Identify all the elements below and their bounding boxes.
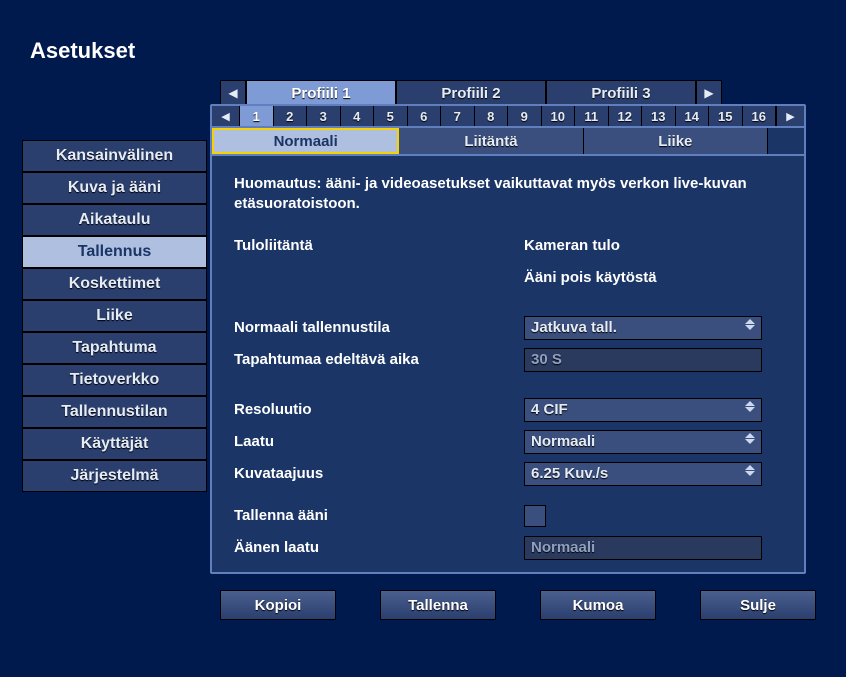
channel-5[interactable]: 5 — [374, 106, 408, 126]
channel-15[interactable]: 15 — [709, 106, 743, 126]
channel-6[interactable]: 6 — [408, 106, 442, 126]
mode-tab-motion[interactable]: Liike — [584, 128, 768, 154]
profile-tab-3[interactable]: Profiili 3 — [546, 80, 696, 106]
audioqual-value: Normaali — [531, 539, 595, 556]
recaudio-label: Tallenna ääni — [234, 507, 524, 524]
sidebar-item-motion[interactable]: Liike — [22, 300, 207, 332]
copy-button[interactable]: Kopioi — [220, 590, 336, 620]
spinner-icon — [745, 319, 757, 330]
mode-spacer — [768, 128, 804, 154]
preevent-label: Tapahtumaa edeltävä aika — [234, 351, 524, 368]
channel-7[interactable]: 7 — [441, 106, 475, 126]
profile-arrow-left[interactable]: ◀ — [220, 80, 246, 106]
channel-3[interactable]: 3 — [307, 106, 341, 126]
input-label: Tuloliitäntä — [234, 237, 524, 254]
framerate-label: Kuvataajuus — [234, 465, 524, 482]
input-value-1: Kameran tulo — [524, 237, 620, 254]
undo-button[interactable]: Kumoa — [540, 590, 656, 620]
channel-row: ◀ 1 2 3 4 5 6 7 8 9 10 11 12 13 14 15 16… — [212, 106, 804, 128]
spinner-icon — [745, 401, 757, 412]
quality-label: Laatu — [234, 433, 524, 450]
quality-select[interactable]: Normaali — [524, 430, 762, 454]
sidebar-item-storage[interactable]: Tallennustilan — [22, 396, 207, 428]
profile-tab-2[interactable]: Profiili 2 — [396, 80, 546, 106]
profile-tab-1[interactable]: Profiili 1 — [246, 80, 396, 106]
channel-arrow-left[interactable]: ◀ — [212, 106, 240, 126]
recaudio-checkbox[interactable] — [524, 505, 546, 527]
preevent-value: 30 S — [531, 351, 562, 368]
save-button[interactable]: Tallenna — [380, 590, 496, 620]
spinner-icon — [745, 433, 757, 444]
channel-14[interactable]: 14 — [676, 106, 710, 126]
resolution-value: 4 CIF — [531, 401, 568, 418]
preevent-select: 30 S — [524, 348, 762, 372]
sidebar-item-system[interactable]: Järjestelmä — [22, 460, 207, 492]
channel-13[interactable]: 13 — [642, 106, 676, 126]
sidebar-item-international[interactable]: Kansainvälinen — [22, 140, 207, 172]
spinner-icon — [745, 465, 757, 476]
sidebar-item-network[interactable]: Tietoverkko — [22, 364, 207, 396]
channel-16[interactable]: 16 — [743, 106, 777, 126]
channel-1[interactable]: 1 — [240, 106, 274, 126]
mode-tab-normal[interactable]: Normaali — [212, 128, 399, 154]
channel-12[interactable]: 12 — [609, 106, 643, 126]
close-button[interactable]: Sulje — [700, 590, 816, 620]
panel-content: Huomautus: ääni- ja videoasetukset vaiku… — [212, 156, 804, 577]
settings-panel: ◀ 1 2 3 4 5 6 7 8 9 10 11 12 13 14 15 16… — [210, 104, 806, 574]
button-row: Kopioi Tallenna Kumoa Sulje — [220, 590, 816, 620]
resolution-label: Resoluutio — [234, 401, 524, 418]
audioqual-label: Äänen laatu — [234, 539, 524, 556]
quality-value: Normaali — [531, 433, 595, 450]
sidebar-item-users[interactable]: Käyttäjät — [22, 428, 207, 460]
input-value-2: Ääni pois käytöstä — [524, 269, 657, 286]
channel-9[interactable]: 9 — [508, 106, 542, 126]
channel-2[interactable]: 2 — [274, 106, 308, 126]
resolution-select[interactable]: 4 CIF — [524, 398, 762, 422]
mode-tabs-row: Normaali Liitäntä Liike — [212, 128, 804, 156]
framerate-select[interactable]: 6.25 Kuv./s — [524, 462, 762, 486]
sidebar-item-event[interactable]: Tapahtuma — [22, 332, 207, 364]
channel-8[interactable]: 8 — [475, 106, 509, 126]
page-title: Asetukset — [30, 38, 135, 64]
sidebar: Kansainvälinen Kuva ja ääni Aikataulu Ta… — [22, 140, 207, 492]
sidebar-item-recording[interactable]: Tallennus — [22, 236, 207, 268]
recmode-label: Normaali tallennustila — [234, 319, 524, 336]
profile-arrow-right[interactable]: ▶ — [696, 80, 722, 106]
recmode-value: Jatkuva tall. — [531, 319, 617, 336]
channel-4[interactable]: 4 — [341, 106, 375, 126]
sidebar-item-schedule[interactable]: Aikataulu — [22, 204, 207, 236]
sidebar-item-image-sound[interactable]: Kuva ja ääni — [22, 172, 207, 204]
note-text: Huomautus: ääni- ja videoasetukset vaiku… — [234, 174, 782, 215]
channel-10[interactable]: 10 — [542, 106, 576, 126]
sidebar-item-contacts[interactable]: Koskettimet — [22, 268, 207, 300]
framerate-value: 6.25 Kuv./s — [531, 465, 608, 482]
recmode-select[interactable]: Jatkuva tall. — [524, 316, 762, 340]
profile-tabs-row: ◀ Profiili 1 Profiili 2 Profiili 3 ▶ — [220, 80, 722, 106]
mode-tab-input[interactable]: Liitäntä — [399, 128, 583, 154]
channel-arrow-right[interactable]: ▶ — [776, 106, 804, 126]
channel-11[interactable]: 11 — [575, 106, 609, 126]
audioqual-select: Normaali — [524, 536, 762, 560]
